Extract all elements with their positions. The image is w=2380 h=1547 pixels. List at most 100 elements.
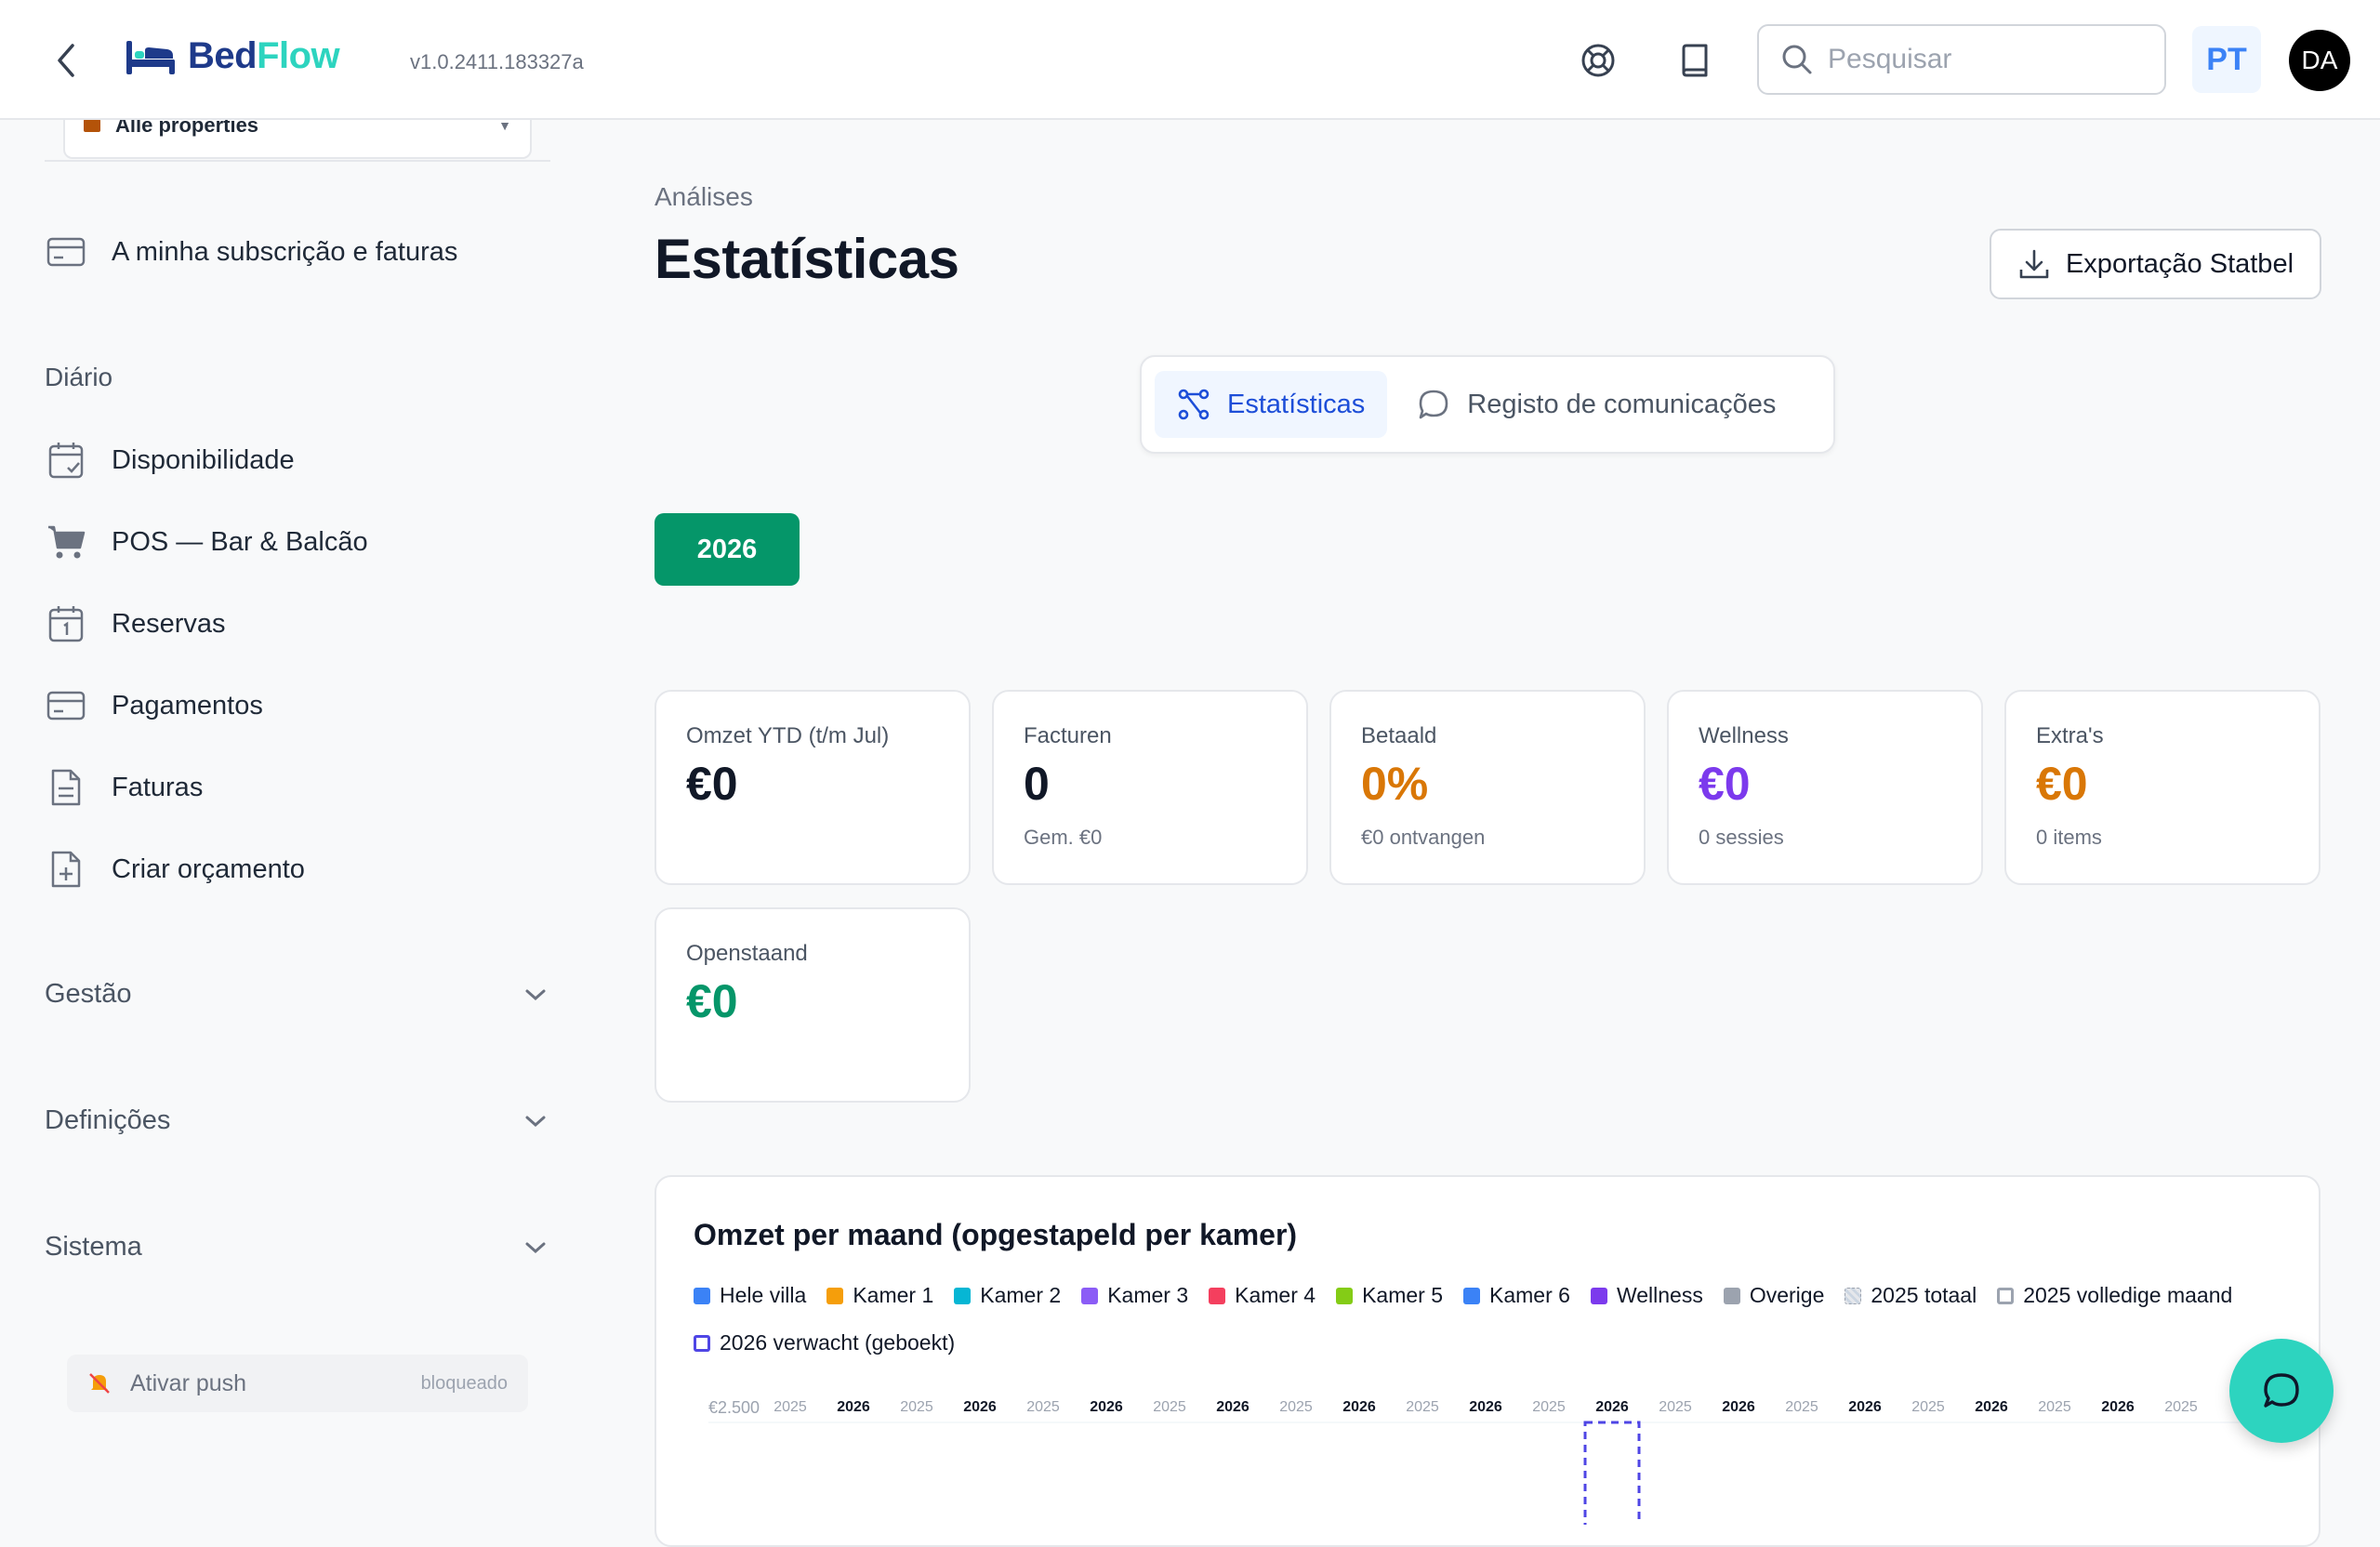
push-notifications-toggle[interactable]: Ativar push bloqueado (67, 1355, 528, 1412)
year-filter-button[interactable]: 2026 (654, 513, 800, 586)
section-label: Gestão (45, 979, 132, 1009)
kpi-label: Wellness (1699, 723, 1789, 748)
tab-statistics[interactable]: Estatísticas (1155, 371, 1388, 438)
book-icon (1682, 44, 1708, 77)
section-toggle-management[interactable]: Gestão (45, 979, 547, 1010)
breadcrumb[interactable]: Análises (654, 182, 753, 212)
column-year-label: 2026 (2101, 1399, 2135, 1415)
kpi-card-revenue-ytd: Omzet YTD (t/m Jul) €0 (654, 690, 971, 885)
legend-item[interactable]: Kamer 5 (1336, 1283, 1443, 1308)
section-label: Definições (45, 1105, 171, 1135)
legend-item[interactable]: Kamer 1 (826, 1283, 933, 1308)
legend-item[interactable]: Wellness (1590, 1283, 1703, 1308)
legend-item[interactable]: Kamer 4 (1209, 1283, 1316, 1308)
legend-swatch (1463, 1287, 1481, 1304)
section-toggle-settings[interactable]: Definições (45, 1105, 547, 1136)
legend-label: 2026 verwacht (geboekt) (720, 1330, 956, 1355)
kpi-label: Betaald (1361, 723, 1437, 748)
column-year-label: 2026 (1469, 1399, 1502, 1415)
column-year-label: 2026 (1090, 1399, 1123, 1415)
kpi-label: Omzet YTD (t/m Jul) (686, 723, 890, 748)
section-heading-daily: Diário (45, 363, 113, 391)
column-year-label: 2026 (1595, 1399, 1629, 1415)
sidebar-item-payments[interactable]: Pagamentos (45, 678, 263, 734)
legend-item[interactable]: 2025 volledige maand (1997, 1283, 2232, 1308)
calendar-icon (45, 602, 87, 645)
column-year-label: 2026 (1722, 1399, 1755, 1415)
sidebar-item-label: Criar orçamento (112, 853, 305, 884)
push-label: Ativar push (130, 1369, 247, 1396)
expected-booked-bar[interactable] (1583, 1421, 1641, 1525)
kpi-subtext: 0 sessies (1699, 826, 1784, 849)
kpi-card-extras: Extra's €0 0 items (2004, 690, 2320, 885)
graph-icon (1177, 388, 1210, 421)
lifebuoy-icon (1581, 44, 1615, 77)
version-label: v1.0.2411.183327a (410, 50, 584, 73)
sidebar-item-pos[interactable]: POS — Bar & Balcão (45, 514, 368, 570)
logo-text-bed: Bed (188, 35, 258, 76)
legend-swatch (694, 1287, 710, 1304)
section-toggle-system[interactable]: Sistema (45, 1232, 547, 1263)
kpi-subtext: Gem. €0 (1024, 826, 1103, 849)
kpi-label: Facturen (1024, 723, 1112, 748)
back-button[interactable] (46, 39, 84, 82)
language-switcher[interactable]: PT (2192, 26, 2261, 93)
legend-item[interactable]: 2026 verwacht (geboekt) (694, 1330, 955, 1355)
legend-item[interactable]: Kamer 2 (954, 1283, 1061, 1308)
legend-swatch (826, 1287, 844, 1304)
legend-label: Kamer 1 (853, 1283, 934, 1307)
column-year-label: 2025 (1153, 1399, 1186, 1415)
search-icon (1782, 45, 1812, 74)
column-year-label: 2025 (1532, 1399, 1566, 1415)
column-year-label: 2025 (2038, 1399, 2071, 1415)
legend-swatch (1997, 1287, 2015, 1304)
legend-swatch (1590, 1287, 1607, 1304)
sidebar-item-create-quote[interactable]: Criar orçamento (45, 841, 305, 897)
legend-item[interactable]: Kamer 6 (1463, 1283, 1570, 1308)
sidebar: Alle properties ▼ A minha subscrição e f… (0, 111, 576, 1488)
kpi-card-outstanding: Openstaand €0 (654, 907, 971, 1103)
sidebar-item-reservations[interactable]: Reservas (45, 596, 226, 652)
legend-item[interactable]: Overige (1723, 1283, 1825, 1308)
column-year-label: 2026 (1342, 1399, 1376, 1415)
push-status: bloqueado (420, 1372, 508, 1394)
legend-swatch (1844, 1287, 1862, 1304)
sidebar-item-label: Disponibilidade (112, 444, 295, 475)
legend-swatch (1723, 1287, 1740, 1304)
export-statbel-button[interactable]: Exportação Statbel (1990, 229, 2321, 299)
sidebar-item-label: A minha subscrição e faturas (112, 236, 458, 267)
calendar-check-icon (45, 439, 87, 482)
docs-button[interactable] (1673, 39, 1716, 82)
legend-item[interactable]: Kamer 3 (1081, 1283, 1188, 1308)
download-icon (2019, 249, 2049, 279)
app-logo[interactable]: BedFlow (125, 35, 340, 77)
column-year-label: 2025 (1279, 1399, 1313, 1415)
legend-swatch (1081, 1287, 1099, 1304)
search-input[interactable] (1828, 44, 2144, 75)
search-box[interactable] (1757, 24, 2166, 95)
legend-label: Hele villa (720, 1283, 807, 1307)
column-year-label: 2026 (963, 1399, 997, 1415)
revenue-chart-card: Omzet per maand (opgestapeld per kamer) … (654, 1175, 2320, 1547)
kpi-value: 0% (1361, 758, 1429, 810)
user-avatar[interactable]: DA (2289, 30, 2350, 91)
kpi-card-wellness: Wellness €0 0 sessies (1667, 690, 1983, 885)
tab-communication-log[interactable]: Registo de comunicações (1395, 371, 1798, 438)
sidebar-item-invoices[interactable]: Faturas (45, 760, 203, 815)
sidebar-item-label: POS — Bar & Balcão (112, 526, 368, 557)
kpi-card-paid: Betaald 0% €0 ontvangen (1329, 690, 1646, 885)
legend-swatch (1336, 1287, 1354, 1304)
sidebar-item-availability[interactable]: Disponibilidade (45, 432, 295, 488)
legend-label: 2025 totaal (1871, 1283, 1977, 1307)
legend-label: Overige (1749, 1283, 1825, 1307)
sidebar-item-subscription[interactable]: A minha subscrição e faturas (45, 224, 457, 280)
kpi-value: 0 (1024, 758, 1050, 810)
help-button[interactable] (1577, 39, 1620, 82)
chat-fab-button[interactable] (2229, 1339, 2334, 1443)
kpi-value: €0 (2036, 758, 2088, 810)
legend-item[interactable]: Hele villa (694, 1283, 806, 1308)
back-icon (58, 44, 74, 77)
legend-label: Wellness (1616, 1283, 1703, 1307)
credit-card-icon (45, 231, 87, 273)
legend-item[interactable]: 2025 totaal (1844, 1283, 1977, 1308)
